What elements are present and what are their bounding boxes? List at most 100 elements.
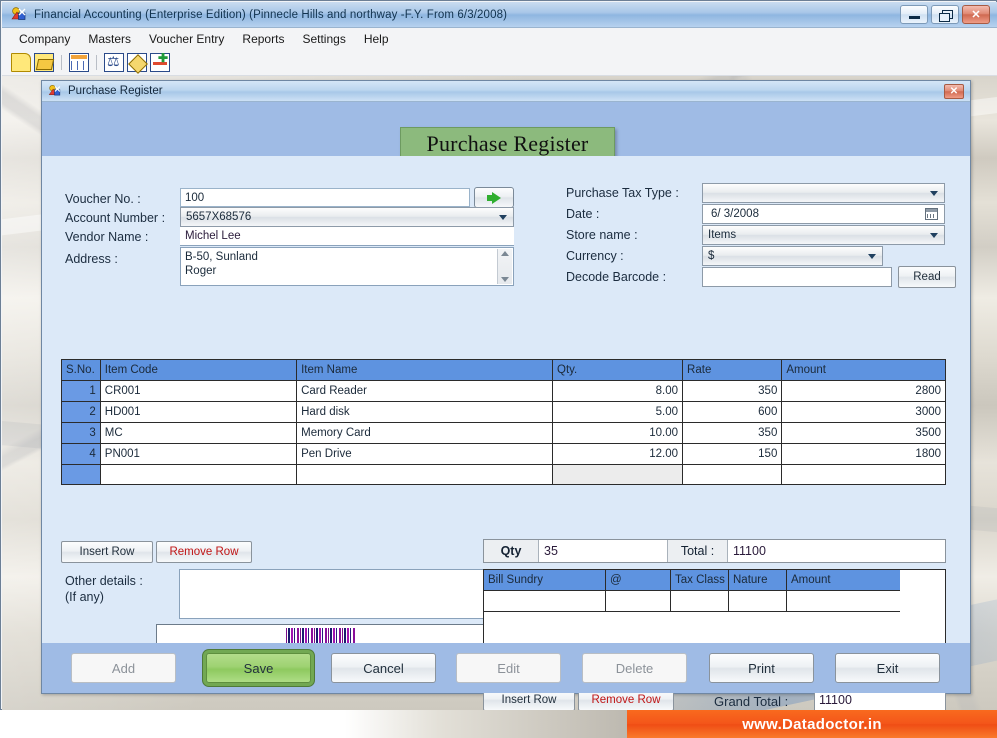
menu-item-voucher-entry[interactable]: Voucher Entry <box>140 29 233 49</box>
decode-barcode-input[interactable] <box>702 267 892 287</box>
edit-button[interactable]: Edit <box>456 653 561 683</box>
insert-row-items-button[interactable]: Insert Row <box>61 541 153 563</box>
cell-qty[interactable] <box>553 465 684 484</box>
dialog-body: Voucher No. : Account Number : Vendor Na… <box>42 156 970 711</box>
scroll-down-icon[interactable] <box>501 277 509 282</box>
cell-item-code[interactable] <box>101 465 298 484</box>
ledger-grid-icon[interactable] <box>69 53 89 72</box>
cell-nature[interactable] <box>729 591 787 612</box>
cell-qty[interactable]: 8.00 <box>553 381 684 402</box>
table-row[interactable] <box>484 591 900 612</box>
cell-item-name[interactable]: Memory Card <box>297 423 553 444</box>
read-barcode-button[interactable]: Read <box>898 266 956 288</box>
open-folder-icon[interactable] <box>34 53 54 72</box>
table-row-new[interactable] <box>62 465 945 484</box>
menu-item-reports[interactable]: Reports <box>233 29 293 49</box>
cell-item-code[interactable]: CR001 <box>100 381 298 402</box>
address-scrollbar[interactable] <box>497 249 512 284</box>
column-header-nature[interactable]: Nature <box>729 570 787 591</box>
journal-book-icon[interactable] <box>127 53 147 72</box>
date-input[interactable]: 6/ 3/2008 <box>702 204 945 224</box>
cell-at[interactable] <box>606 591 671 612</box>
cell-qty[interactable]: 10.00 <box>553 423 684 444</box>
delete-button[interactable]: Delete <box>582 653 687 683</box>
cell-amount[interactable]: 2800 <box>782 381 945 402</box>
column-header-bs-amount[interactable]: Amount <box>787 570 900 591</box>
voucher-go-button[interactable] <box>474 187 514 208</box>
table-row[interactable]: 4 PN001 Pen Drive 12.00 150 1800 <box>62 444 945 465</box>
vendor-name-input[interactable]: Michel Lee <box>180 227 514 246</box>
store-name-select[interactable]: Items <box>702 225 945 245</box>
currency-select[interactable]: $ <box>702 246 883 266</box>
cell-rate[interactable]: 600 <box>683 402 783 423</box>
window-title: Financial Accounting (Enterprise Edition… <box>34 8 508 21</box>
trial-balance-icon[interactable] <box>104 53 124 72</box>
cell-tax-class[interactable] <box>671 591 729 612</box>
cell-qty[interactable]: 12.00 <box>553 444 684 465</box>
items-grid[interactable]: S.No. Item Code Item Name Qty. Rate Amou… <box>61 359 946 485</box>
column-header-amount[interactable]: Amount <box>782 360 945 381</box>
store-name-value: Items <box>708 229 737 241</box>
column-header-at[interactable]: @ <box>606 570 671 591</box>
cell-rate[interactable]: 350 <box>683 423 783 444</box>
table-row[interactable]: 1 CR001 Card Reader 8.00 350 2800 <box>62 381 945 402</box>
cell-bill-sundry[interactable] <box>484 591 606 612</box>
cell-rate[interactable]: 150 <box>683 444 783 465</box>
column-header-qty[interactable]: Qty. <box>553 360 684 381</box>
cell-rate[interactable]: 350 <box>683 381 783 402</box>
cell-item-name[interactable]: Card Reader <box>297 381 553 402</box>
cell-item-name[interactable]: Pen Drive <box>297 444 553 465</box>
remove-row-items-button[interactable]: Remove Row <box>156 541 252 563</box>
cell-item-code[interactable]: HD001 <box>100 402 298 423</box>
cell-item-code[interactable]: MC <box>100 423 298 444</box>
cell-sno: 1 <box>62 381 101 402</box>
table-row[interactable]: 3 MC Memory Card 10.00 350 3500 <box>62 423 945 444</box>
cell-amount[interactable] <box>782 465 945 484</box>
print-button[interactable]: Print <box>709 653 814 683</box>
column-header-tax-class[interactable]: Tax Class <box>671 570 729 591</box>
menu-item-company[interactable]: Company <box>10 29 79 49</box>
restore-button[interactable] <box>931 5 959 24</box>
minimize-button[interactable] <box>900 5 928 24</box>
save-button[interactable]: Save <box>206 653 311 683</box>
cell-amount[interactable]: 3500 <box>782 423 945 444</box>
new-document-icon[interactable] <box>11 53 31 72</box>
cell-qty[interactable]: 5.00 <box>553 402 684 423</box>
purchase-tax-type-select[interactable] <box>702 183 945 203</box>
cell-amount[interactable]: 1800 <box>782 444 945 465</box>
dialog-close-button[interactable]: ✕ <box>944 83 964 99</box>
chevron-down-icon <box>499 214 507 220</box>
add-entry-icon[interactable] <box>150 51 170 72</box>
column-header-item-name[interactable]: Item Name <box>297 360 553 381</box>
cell-rate[interactable] <box>683 465 783 484</box>
menu-item-help[interactable]: Help <box>355 29 398 49</box>
voucher-no-input[interactable]: 100 <box>180 188 470 207</box>
cancel-button[interactable]: Cancel <box>331 653 436 683</box>
cell-item-name[interactable] <box>297 465 553 484</box>
menu-item-settings[interactable]: Settings <box>293 29 354 49</box>
close-button[interactable]: ✕ <box>962 5 990 24</box>
column-header-bill-sundry[interactable]: Bill Sundry <box>484 570 606 591</box>
app-icon <box>10 6 27 23</box>
column-header-rate[interactable]: Rate <box>683 360 783 381</box>
scroll-up-icon[interactable] <box>501 251 509 256</box>
address-textarea[interactable]: B-50, Sunland Roger <box>180 247 514 286</box>
exit-button[interactable]: Exit <box>835 653 940 683</box>
column-header-sno[interactable]: S.No. <box>62 360 101 381</box>
cell-bs-amount[interactable] <box>787 591 900 612</box>
cell-amount[interactable]: 3000 <box>782 402 945 423</box>
account-number-select[interactable]: 5657X68576 <box>180 207 514 227</box>
date-picker-button[interactable] <box>925 208 940 220</box>
menubar: Company Masters Voucher Entry Reports Se… <box>2 28 997 50</box>
column-header-item-code[interactable]: Item Code <box>100 360 298 381</box>
screenshot-root: Financial Accounting (Enterprise Edition… <box>0 0 997 738</box>
table-row[interactable]: 2 HD001 Hard disk 5.00 600 3000 <box>62 402 945 423</box>
cell-item-code[interactable]: PN001 <box>100 444 298 465</box>
address-line-2: Roger <box>185 265 217 277</box>
add-button[interactable]: Add <box>71 653 176 683</box>
dialog-title: Purchase Register <box>68 85 163 97</box>
menu-item-masters[interactable]: Masters <box>79 29 140 49</box>
cell-item-name[interactable]: Hard disk <box>297 402 553 423</box>
address-line-1: B-50, Sunland <box>185 251 258 263</box>
other-details-textarea[interactable] <box>179 569 486 619</box>
